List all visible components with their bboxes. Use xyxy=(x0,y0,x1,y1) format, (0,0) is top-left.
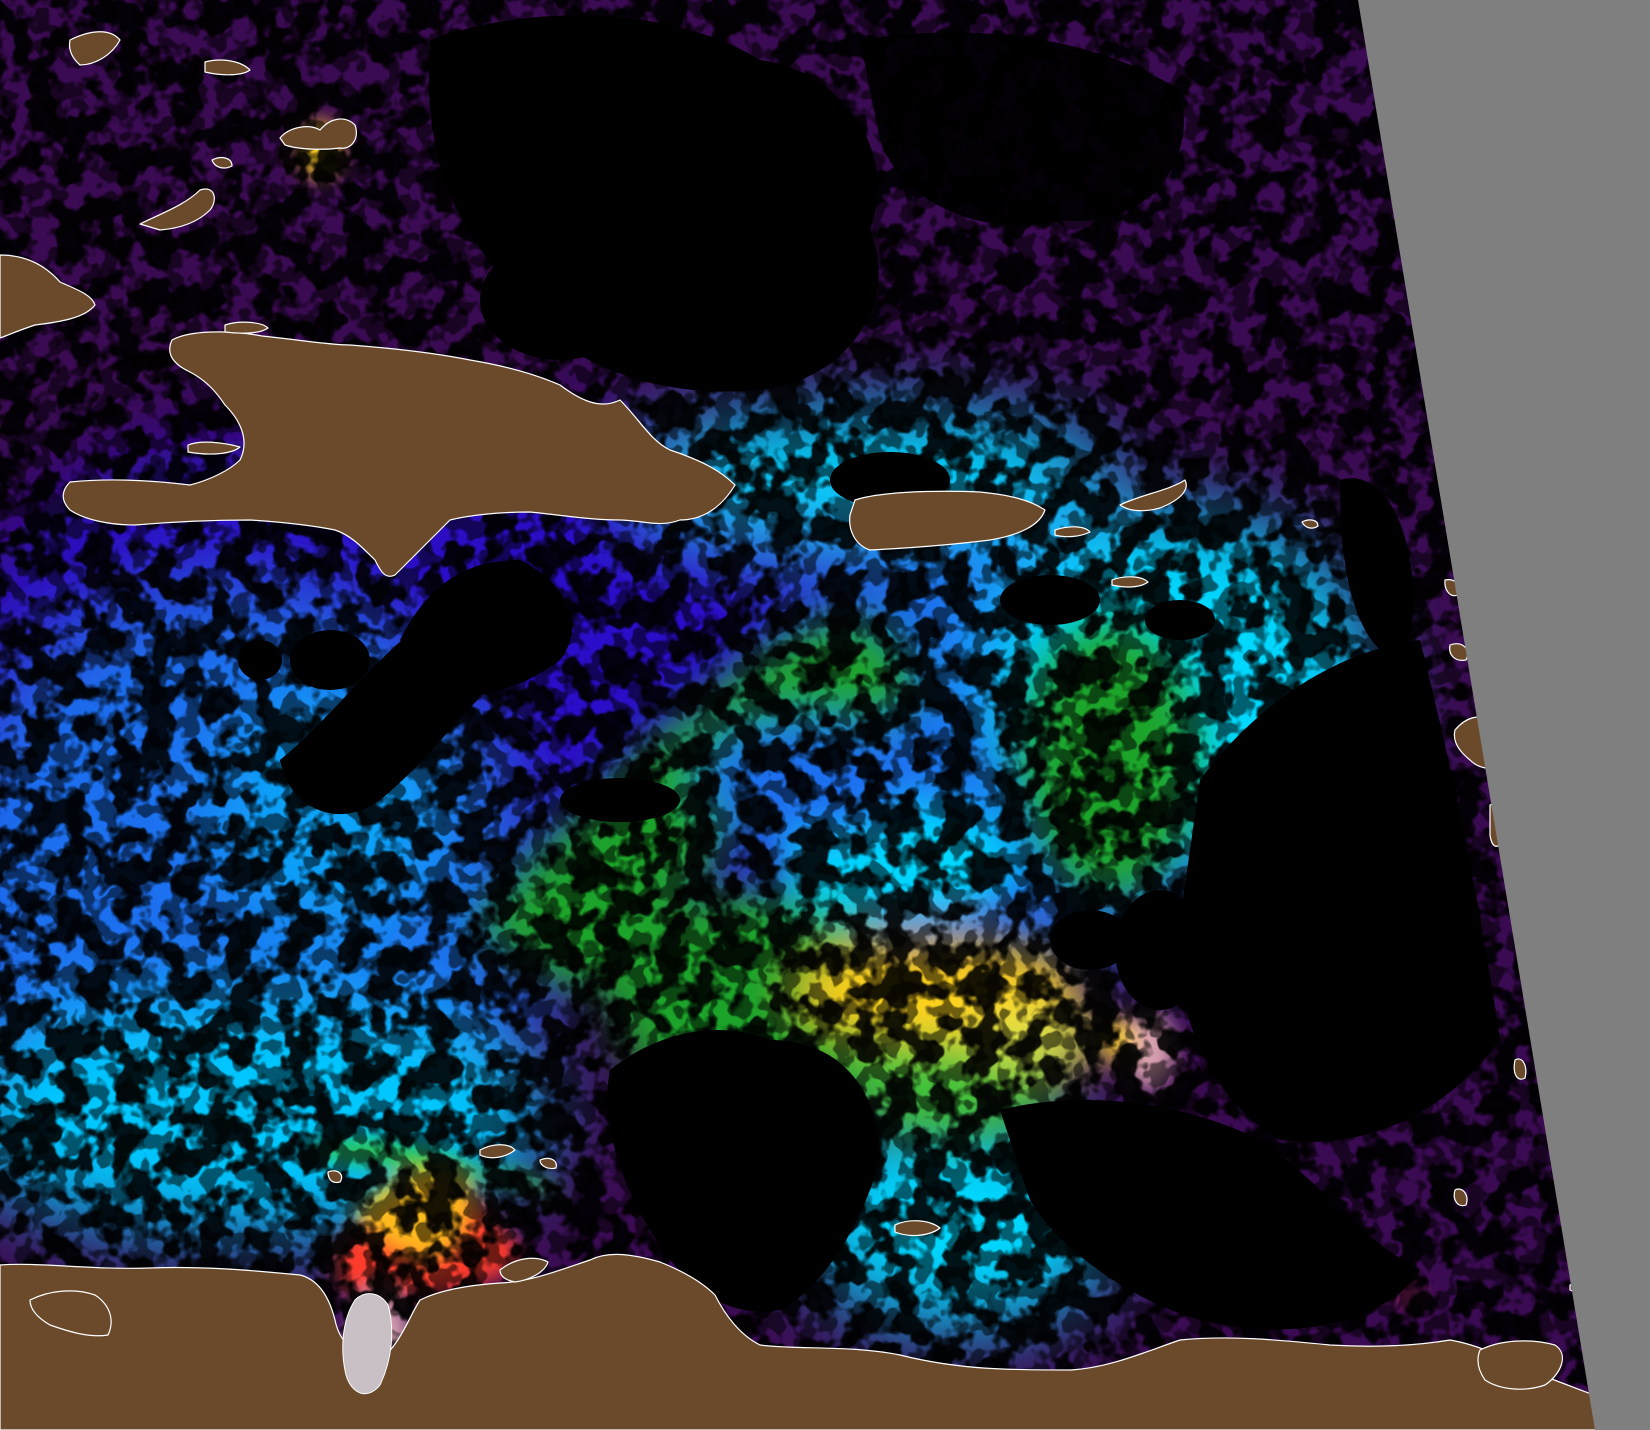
land-tortuga xyxy=(224,321,269,334)
land-st-croix xyxy=(1111,576,1149,588)
ocean-color-map xyxy=(0,0,1650,1430)
land-st-vincent xyxy=(1513,1058,1527,1080)
land-trinidad xyxy=(1477,1340,1563,1390)
